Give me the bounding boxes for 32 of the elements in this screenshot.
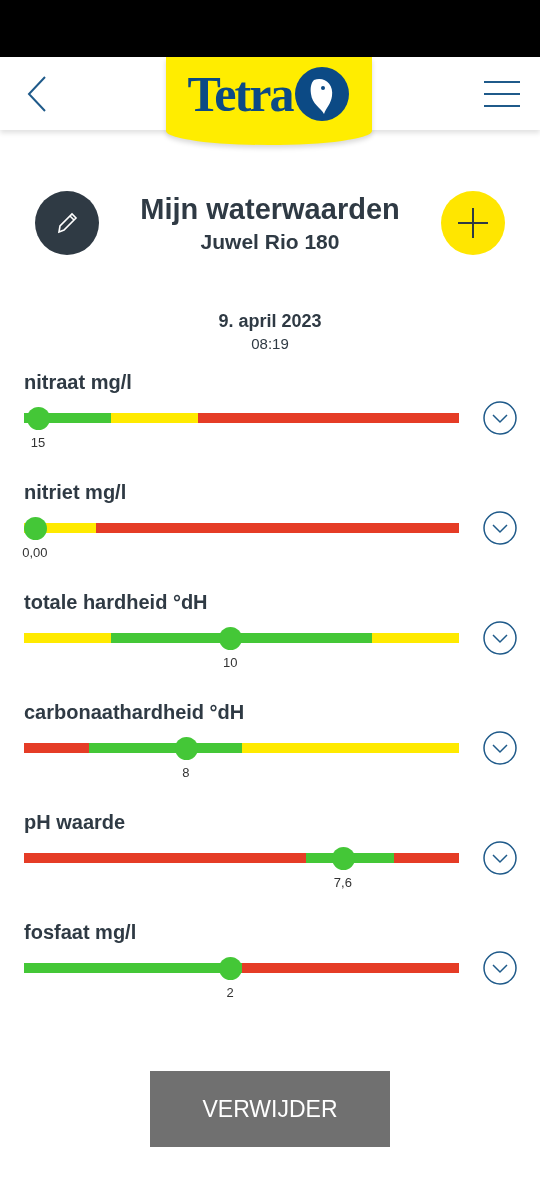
parameter-label: pH waarde	[24, 811, 127, 835]
menu-icon[interactable]	[484, 80, 520, 107]
value-label: 7,6	[333, 875, 352, 890]
slider-thumb[interactable]	[219, 957, 243, 980]
expand-button[interactable]	[483, 841, 517, 875]
value-label: 0,00	[22, 545, 48, 560]
parameter-label: nitriet mg/l	[24, 481, 128, 505]
value-label: 2	[226, 985, 234, 1000]
expand-button[interactable]	[483, 511, 517, 545]
aquarium-name: Juwel Rio 180	[199, 229, 341, 254]
add-button[interactable]	[441, 191, 505, 255]
slider-thumb[interactable]	[26, 407, 50, 430]
parameter-label: nitraat mg/l	[24, 371, 133, 395]
expand-button[interactable]	[483, 731, 517, 765]
back-icon[interactable]	[27, 75, 47, 112]
measurement-time: 08:19	[250, 335, 290, 352]
parameter-label: fosfaat mg/l	[24, 921, 138, 945]
edit-button[interactable]	[35, 191, 99, 255]
fish-icon	[294, 66, 351, 122]
measurement-date: 9. april 2023	[217, 311, 323, 332]
value-label: 10	[222, 655, 238, 670]
expand-button[interactable]	[483, 401, 517, 435]
parameter-label: totale hardheid °dH	[24, 591, 209, 615]
slider-thumb[interactable]	[23, 517, 47, 540]
expand-button[interactable]	[483, 621, 517, 655]
value-label: 15	[30, 435, 46, 450]
page-title: Mijn waterwaarden	[140, 192, 400, 226]
value-label: 8	[182, 765, 190, 780]
parameter-label: carbonaathardheid °dH	[24, 701, 246, 725]
logo-text: Tetra	[187, 65, 293, 123]
expand-button[interactable]	[483, 951, 517, 985]
delete-button[interactable]: VERWIJDER	[150, 1071, 390, 1147]
